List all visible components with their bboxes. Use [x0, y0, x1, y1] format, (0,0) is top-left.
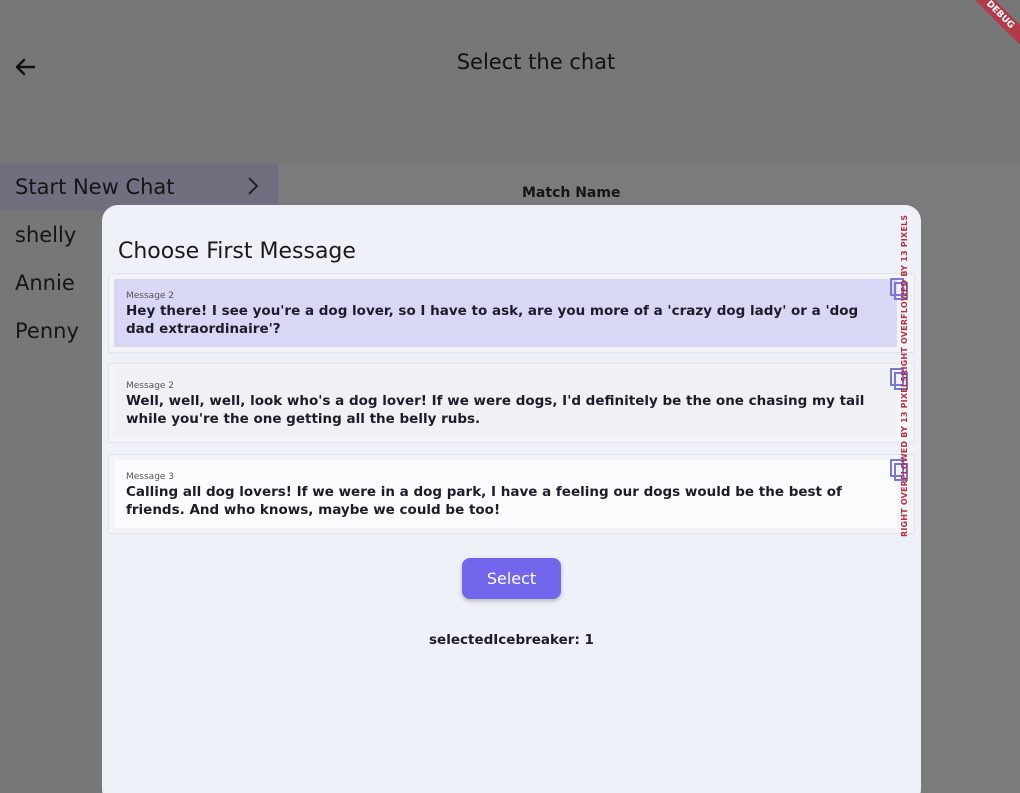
- message-option-body: Message 2 Hey there! I see you're a dog …: [114, 279, 897, 347]
- select-button[interactable]: Select: [462, 558, 561, 599]
- dialog-title: Choose First Message: [118, 239, 356, 264]
- message-text: Hey there! I see you're a dog lover, so …: [126, 303, 859, 337]
- message-option-body: Message 3 Calling all dog lovers! If we …: [114, 460, 897, 528]
- overflow-warning: RIGHT OVERFLOWED BY 13 PIXELSRIGHT OVERF…: [900, 215, 909, 537]
- chevron-right-icon: [248, 177, 259, 195]
- sidebar-item-label: Start New Chat: [15, 175, 175, 199]
- sidebar-item-label: Annie: [15, 271, 75, 295]
- message-option-3[interactable]: Message 3 Calling all dog lovers! If we …: [108, 454, 915, 534]
- message-label: Message 3: [126, 472, 175, 482]
- message-option-body: Message 2 Well, well, well, look who's a…: [114, 369, 897, 437]
- message-label: Message 2: [126, 291, 175, 301]
- sidebar-item-label: Penny: [15, 319, 79, 343]
- selected-icebreaker-status: selectedIcebreaker: 1: [429, 632, 594, 648]
- match-name-label: Match Name: [522, 185, 621, 201]
- message-text: Calling all dog lovers! If we were in a …: [126, 484, 842, 518]
- overflow-warning-strip: RIGHT OVERFLOWED BY 13 PIXELSRIGHT OVERF…: [897, 215, 913, 537]
- choose-message-dialog: Choose First Message Message 2 Hey there…: [102, 205, 921, 793]
- page-title: Select the chat: [456, 50, 616, 74]
- message-text: Well, well, well, look who's a dog lover…: [126, 393, 865, 427]
- message-option-2[interactable]: Message 2 Well, well, well, look who's a…: [108, 363, 915, 443]
- sidebar-item-label: shelly: [15, 223, 77, 247]
- message-option-1[interactable]: Message 2 Hey there! I see you're a dog …: [108, 273, 915, 353]
- app-bar: Select the chat: [0, 0, 1020, 163]
- sidebar-item-start-new-chat[interactable]: Start New Chat: [0, 163, 278, 211]
- message-label: Message 2: [126, 381, 175, 391]
